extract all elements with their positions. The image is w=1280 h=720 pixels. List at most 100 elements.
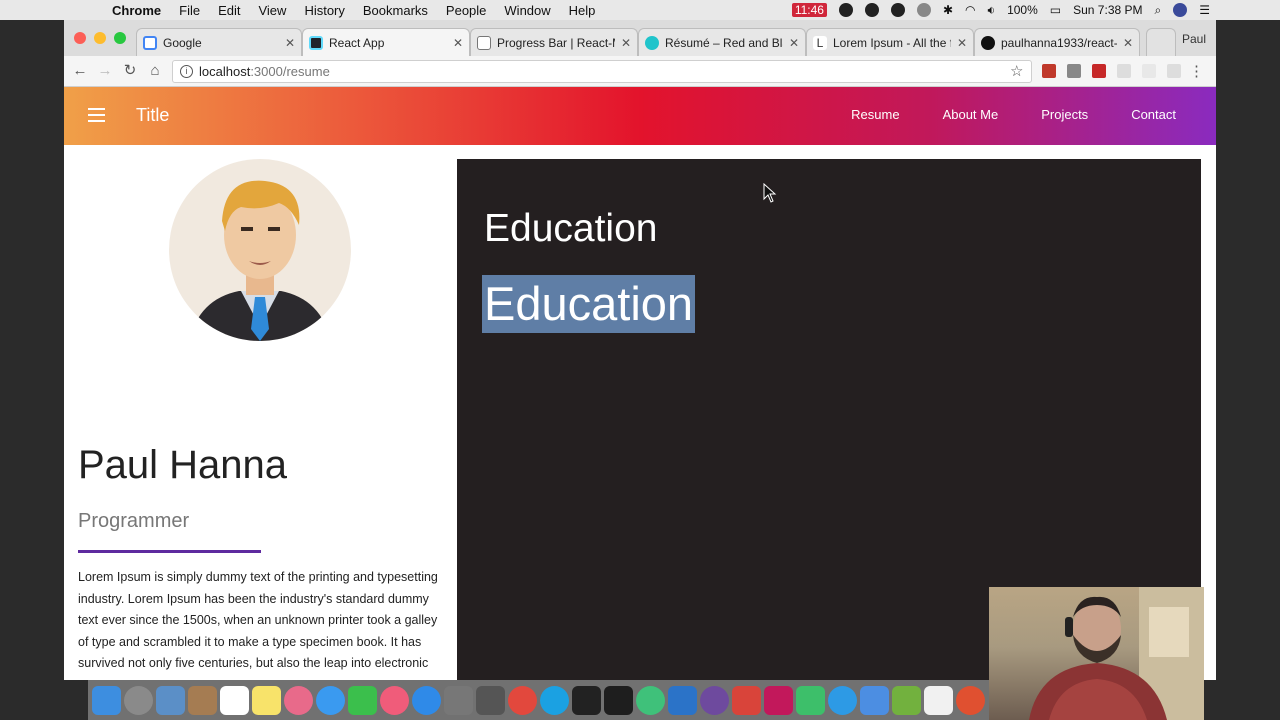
education-heading-selected: Education xyxy=(482,275,696,333)
site-info-icon[interactable]: i xyxy=(180,65,193,78)
android-icon[interactable] xyxy=(796,685,825,715)
extension-icon[interactable] xyxy=(1092,64,1106,78)
tab-progress-bar[interactable]: Progress Bar | React-M ✕ xyxy=(470,28,638,56)
tab-google[interactable]: Google ✕ xyxy=(136,28,302,56)
tab-github[interactable]: paulhanna1933/react-p ✕ xyxy=(974,28,1140,56)
calendar-icon[interactable] xyxy=(220,685,249,715)
notification-center-icon[interactable]: ☰ xyxy=(1199,3,1210,17)
popcorn-icon[interactable] xyxy=(924,685,953,715)
vscode-icon[interactable] xyxy=(668,685,697,715)
profile-name[interactable]: Paul xyxy=(1182,32,1206,46)
browser-window: Google ✕ React App ✕ Progress Bar | Reac… xyxy=(64,20,1216,680)
url-host: localhost xyxy=(199,64,251,79)
menu-file[interactable]: File xyxy=(179,3,200,18)
clock[interactable]: Sun 7:38 PM xyxy=(1073,3,1142,17)
menu-history[interactable]: History xyxy=(304,3,344,18)
menu-bookmarks[interactable]: Bookmarks xyxy=(363,3,428,18)
tab-lorem-ipsum[interactable]: L Lorem Ipsum - All the fa ✕ xyxy=(806,28,974,56)
wifi-icon[interactable]: ◠ xyxy=(965,3,975,17)
chrome-icon[interactable] xyxy=(508,685,537,715)
postman-icon[interactable] xyxy=(956,685,985,715)
nav-contact[interactable]: Contact xyxy=(1131,107,1176,122)
android-studio-icon[interactable] xyxy=(892,685,921,715)
photos-icon[interactable] xyxy=(284,685,313,715)
messages-icon[interactable] xyxy=(316,685,345,715)
atom-icon[interactable] xyxy=(636,685,665,715)
archive-utility-icon[interactable] xyxy=(476,685,505,715)
google-icon xyxy=(143,35,157,50)
nav-about-me[interactable]: About Me xyxy=(943,107,999,122)
tab-title: Résumé – Red and Blac xyxy=(665,35,783,50)
launchpad-icon[interactable] xyxy=(124,685,153,715)
home-icon[interactable]: ⌂ xyxy=(146,62,164,80)
itunes-icon[interactable] xyxy=(380,685,409,715)
app-store-icon[interactable] xyxy=(412,685,441,715)
battery-icon[interactable]: ▭ xyxy=(1050,3,1061,17)
contacts-icon[interactable] xyxy=(188,685,217,715)
close-tab-icon[interactable]: ✕ xyxy=(1123,36,1133,50)
xcode-icon[interactable] xyxy=(828,685,857,715)
reload-icon[interactable]: ↻ xyxy=(121,62,139,80)
figma-icon[interactable] xyxy=(604,685,633,715)
bolt-icon[interactable] xyxy=(890,3,905,17)
webcam-overlay xyxy=(989,587,1204,720)
bluetooth-icon[interactable]: ✱ xyxy=(943,3,953,17)
menu-help[interactable]: Help xyxy=(569,3,596,18)
macos-menubar: Chrome File Edit View History Bookmarks … xyxy=(0,0,1280,20)
menu-edit[interactable]: Edit xyxy=(218,3,240,18)
pinterest-icon[interactable] xyxy=(764,685,793,715)
minimize-window-button[interactable] xyxy=(94,32,106,44)
extension-icon[interactable] xyxy=(1142,64,1156,78)
terminal-icon[interactable] xyxy=(572,685,601,715)
simulator-icon[interactable] xyxy=(860,685,889,715)
todoist-icon[interactable] xyxy=(732,685,761,715)
skype-dock-icon[interactable] xyxy=(540,685,569,715)
close-tab-icon[interactable]: ✕ xyxy=(789,36,799,50)
menu-app-name[interactable]: Chrome xyxy=(112,3,161,18)
menu-window[interactable]: Window xyxy=(504,3,550,18)
bookmark-star-icon[interactable]: ☆ xyxy=(1010,62,1023,80)
system-preferences-icon[interactable] xyxy=(444,685,473,715)
chrome-menu-icon[interactable]: ⋮ xyxy=(1189,62,1204,80)
tab-resume[interactable]: Résumé – Red and Blac ✕ xyxy=(638,28,806,56)
extension-icon[interactable] xyxy=(1042,64,1056,78)
profile-column: Paul Hanna Programmer Lorem Ipsum is sim… xyxy=(64,145,456,680)
address-bar[interactable]: i localhost:3000/resume xyxy=(172,60,1032,83)
menu-people[interactable]: People xyxy=(446,3,486,18)
close-tab-icon[interactable]: ✕ xyxy=(285,36,295,50)
github-desktop-icon[interactable] xyxy=(700,685,729,715)
profile-name-heading: Paul Hanna xyxy=(78,443,288,487)
accent-divider xyxy=(78,550,261,553)
notes-icon[interactable] xyxy=(252,685,281,715)
facetime-icon[interactable] xyxy=(348,685,377,715)
time-machine-icon[interactable] xyxy=(916,3,931,17)
tab-title: React App xyxy=(329,35,385,50)
flash-time-badge[interactable]: 11:46 xyxy=(791,3,827,17)
new-tab-button[interactable] xyxy=(1146,28,1176,56)
extension-icon[interactable] xyxy=(1067,64,1081,78)
close-tab-icon[interactable]: ✕ xyxy=(957,36,967,50)
url-path: :3000/resume xyxy=(250,64,330,79)
volume-icon[interactable]: 🔉︎ xyxy=(988,3,996,18)
back-icon[interactable]: ← xyxy=(71,62,89,80)
skype-icon[interactable] xyxy=(838,3,853,17)
finder-icon[interactable] xyxy=(92,685,121,715)
close-window-button[interactable] xyxy=(74,32,86,44)
maximize-window-button[interactable] xyxy=(114,32,126,44)
app-title: Title xyxy=(136,105,170,125)
preview-icon[interactable] xyxy=(156,685,185,715)
tab-react-app[interactable]: React App ✕ xyxy=(302,28,470,56)
menu-icon[interactable] xyxy=(88,108,105,122)
close-tab-icon[interactable]: ✕ xyxy=(621,36,631,50)
nav-projects[interactable]: Projects xyxy=(1041,107,1088,122)
nav-resume[interactable]: Resume xyxy=(851,107,899,122)
close-tab-icon[interactable]: ✕ xyxy=(453,36,463,50)
extension-icon[interactable] xyxy=(1117,64,1131,78)
siri-icon[interactable] xyxy=(1173,3,1188,17)
battery-percent[interactable]: 100% xyxy=(1007,3,1038,17)
spotlight-search-icon[interactable]: ⌕ xyxy=(1155,3,1162,18)
extension-icon[interactable] xyxy=(1167,64,1181,78)
menu-view[interactable]: View xyxy=(258,3,286,18)
forward-icon[interactable]: → xyxy=(96,62,114,80)
cloud-icon[interactable] xyxy=(864,3,879,17)
